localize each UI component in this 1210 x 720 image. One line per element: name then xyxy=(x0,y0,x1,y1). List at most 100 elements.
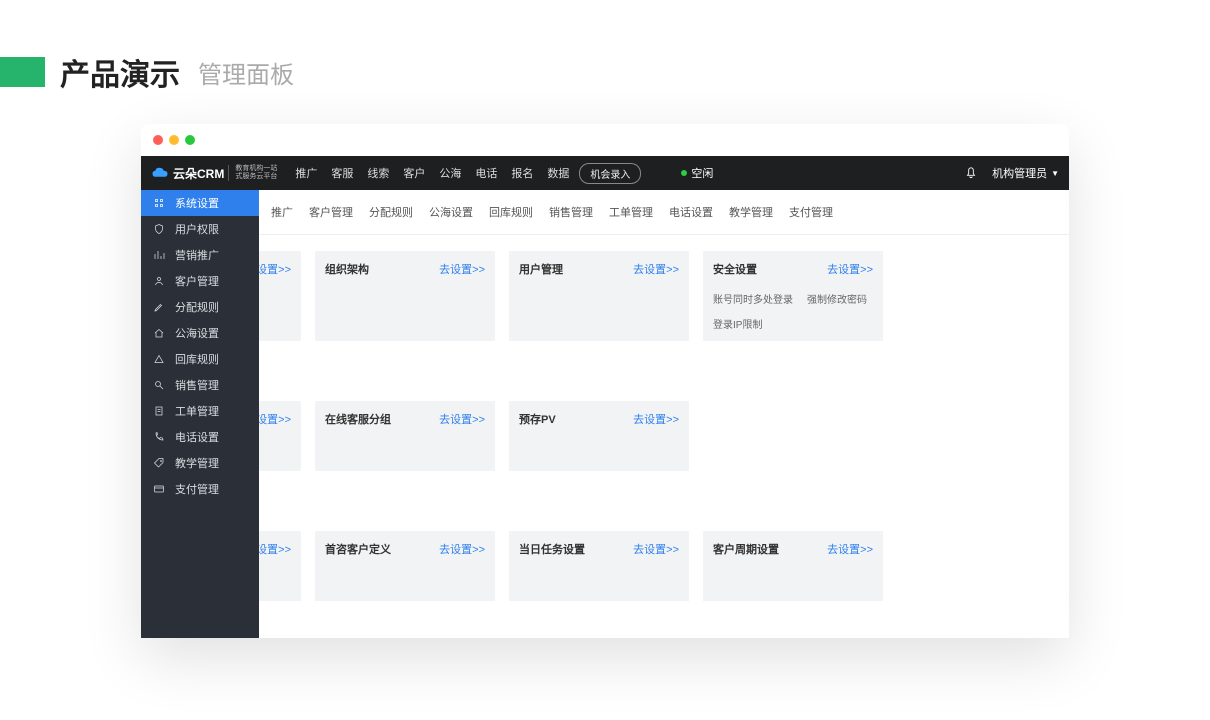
doc-icon xyxy=(153,405,165,417)
topnav-item[interactable]: 推广 xyxy=(295,165,317,181)
go-settings-link[interactable]: 去设置>> xyxy=(439,261,485,277)
sidebar-item[interactable]: 电话设置 xyxy=(141,424,259,450)
go-settings-link[interactable]: 去设置>> xyxy=(439,541,485,557)
card-icon xyxy=(153,483,165,495)
topnav-item[interactable]: 报名 xyxy=(511,165,533,181)
record-entry-button[interactable]: 机会录入 xyxy=(579,163,641,184)
user-label: 机构管理员 xyxy=(992,165,1047,181)
subtab[interactable]: 推广 xyxy=(271,200,301,224)
sidebar-item[interactable]: 回库规则 xyxy=(141,346,259,372)
shield-icon xyxy=(153,223,165,235)
subtab[interactable]: 回库规则 xyxy=(481,200,541,224)
topnav-item[interactable]: 客服 xyxy=(331,165,353,181)
sidebar-item[interactable]: 系统设置 xyxy=(141,190,259,216)
chevron-down-icon: ▼ xyxy=(1051,169,1059,178)
sidebar-item-label: 销售管理 xyxy=(175,377,219,393)
sidebar: 系统设置用户权限营销推广客户管理分配规则公海设置回库规则销售管理工单管理电话设置… xyxy=(141,190,259,638)
sidebar-item-label: 工单管理 xyxy=(175,403,219,419)
subtab-bar: 推广客户管理分配规则公海设置回库规则销售管理工单管理电话设置教学管理支付管理 xyxy=(259,190,1069,235)
maximize-icon[interactable] xyxy=(185,135,195,145)
cloud-logo-icon xyxy=(151,164,169,182)
app-window: 云朵CRM 教育机构一站式服务云平台 推广客服线索客户公海电话报名数据 机会录入… xyxy=(141,124,1069,638)
subtab[interactable]: 客户管理 xyxy=(301,200,361,224)
sidebar-item[interactable]: 分配规则 xyxy=(141,294,259,320)
sidebar-item[interactable]: 客户管理 xyxy=(141,268,259,294)
subtab[interactable]: 教学管理 xyxy=(721,200,781,224)
subtab[interactable]: 支付管理 xyxy=(781,200,841,224)
go-settings-link[interactable]: 去设置>> xyxy=(633,541,679,557)
topbar: 云朵CRM 教育机构一站式服务云平台 推广客服线索客户公海电话报名数据 机会录入… xyxy=(141,156,1069,190)
cards-area: 去设置>>组织架构去设置>>用户管理去设置>>安全设置去设置>>账号同时多处登录… xyxy=(259,235,1069,601)
subtab[interactable]: 销售管理 xyxy=(541,200,601,224)
settings-card: 安全设置去设置>>账号同时多处登录强制修改密码登录IP限制 xyxy=(703,251,883,341)
card-tag: 登录IP限制 xyxy=(713,316,762,331)
settings-card: 用户管理去设置>> xyxy=(509,251,689,341)
sidebar-item[interactable]: 用户权限 xyxy=(141,216,259,242)
sidebar-item[interactable]: 营销推广 xyxy=(141,242,259,268)
subtab[interactable]: 公海设置 xyxy=(421,200,481,224)
go-settings-link[interactable]: 去设置>> xyxy=(827,541,873,557)
sidebar-item-label: 支付管理 xyxy=(175,481,219,497)
sidebar-item[interactable]: 工单管理 xyxy=(141,398,259,424)
minimize-icon[interactable] xyxy=(169,135,179,145)
brand-name: 云朵CRM xyxy=(173,165,224,182)
subtab[interactable]: 工单管理 xyxy=(601,200,661,224)
tag-icon xyxy=(153,457,165,469)
topnav-item[interactable]: 线索 xyxy=(367,165,389,181)
sidebar-item-label: 公海设置 xyxy=(175,325,219,341)
card-tags: 账号同时多处登录强制修改密码登录IP限制 xyxy=(713,291,873,331)
topnav-item[interactable]: 公海 xyxy=(439,165,461,181)
topnav-item[interactable]: 电话 xyxy=(475,165,497,181)
settings-card: 首咨客户定义去设置>> xyxy=(315,531,495,601)
topnav-item[interactable]: 客户 xyxy=(403,165,425,181)
status-text: 空闲 xyxy=(691,165,713,181)
sidebar-item-label: 营销推广 xyxy=(175,247,219,263)
settings-card: 预存PV去设置>> xyxy=(509,401,689,471)
search-user-icon xyxy=(153,379,165,391)
sidebar-item-label: 回库规则 xyxy=(175,351,219,367)
go-settings-link[interactable]: 去设置>> xyxy=(633,261,679,277)
subtab[interactable]: 电话设置 xyxy=(661,200,721,224)
settings-card: 组织架构去设置>> xyxy=(315,251,495,341)
slide-title: 产品演示 xyxy=(60,50,180,94)
settings-card: 在线客服分组去设置>> xyxy=(315,401,495,471)
phone-icon xyxy=(153,431,165,443)
sidebar-item-label: 系统设置 xyxy=(175,195,219,211)
go-settings-link[interactable]: 去设置>> xyxy=(439,411,485,427)
sidebar-item[interactable]: 公海设置 xyxy=(141,320,259,346)
sidebar-item-label: 电话设置 xyxy=(175,429,219,445)
sidebar-item-label: 教学管理 xyxy=(175,455,219,471)
sidebar-item-label: 分配规则 xyxy=(175,299,219,315)
main-content: 推广客户管理分配规则公海设置回库规则销售管理工单管理电话设置教学管理支付管理 去… xyxy=(141,190,1069,638)
brand-logo[interactable]: 云朵CRM 教育机构一站式服务云平台 xyxy=(151,164,285,182)
window-titlebar xyxy=(141,124,1069,156)
settings-card: 当日任务设置去设置>> xyxy=(509,531,689,601)
topnav: 推广客服线索客户公海电话报名数据 xyxy=(295,165,569,181)
home-icon xyxy=(153,327,165,339)
brand-tagline: 教育机构一站式服务云平台 xyxy=(228,165,277,180)
close-icon[interactable] xyxy=(153,135,163,145)
sidebar-item[interactable]: 教学管理 xyxy=(141,450,259,476)
sidebar-item[interactable]: 销售管理 xyxy=(141,372,259,398)
sidebar-item[interactable]: 支付管理 xyxy=(141,476,259,502)
slide-subtitle: 管理面板 xyxy=(198,55,294,90)
user-dropdown[interactable]: 机构管理员 ▼ xyxy=(992,165,1059,181)
go-settings-link[interactable]: 去设置>> xyxy=(827,261,873,277)
slide-header: 产品演示 管理面板 xyxy=(0,0,1210,124)
user-icon xyxy=(153,275,165,287)
status-dot-icon xyxy=(681,170,687,176)
triangle-icon xyxy=(153,353,165,365)
go-settings-link[interactable]: 去设置>> xyxy=(633,411,679,427)
settings-card: 客户周期设置去设置>> xyxy=(703,531,883,601)
pen-icon xyxy=(153,301,165,313)
card-tag: 账号同时多处登录 xyxy=(713,291,793,306)
card-tag: 强制修改密码 xyxy=(807,291,867,306)
subtab[interactable]: 分配规则 xyxy=(361,200,421,224)
status-indicator: 空闲 xyxy=(681,165,713,181)
chart-icon xyxy=(153,249,165,261)
sidebar-item-label: 用户权限 xyxy=(175,221,219,237)
sidebar-item-label: 客户管理 xyxy=(175,273,219,289)
notification-bell-icon[interactable] xyxy=(964,166,978,180)
settings-icon xyxy=(153,197,165,209)
topnav-item[interactable]: 数据 xyxy=(547,165,569,181)
